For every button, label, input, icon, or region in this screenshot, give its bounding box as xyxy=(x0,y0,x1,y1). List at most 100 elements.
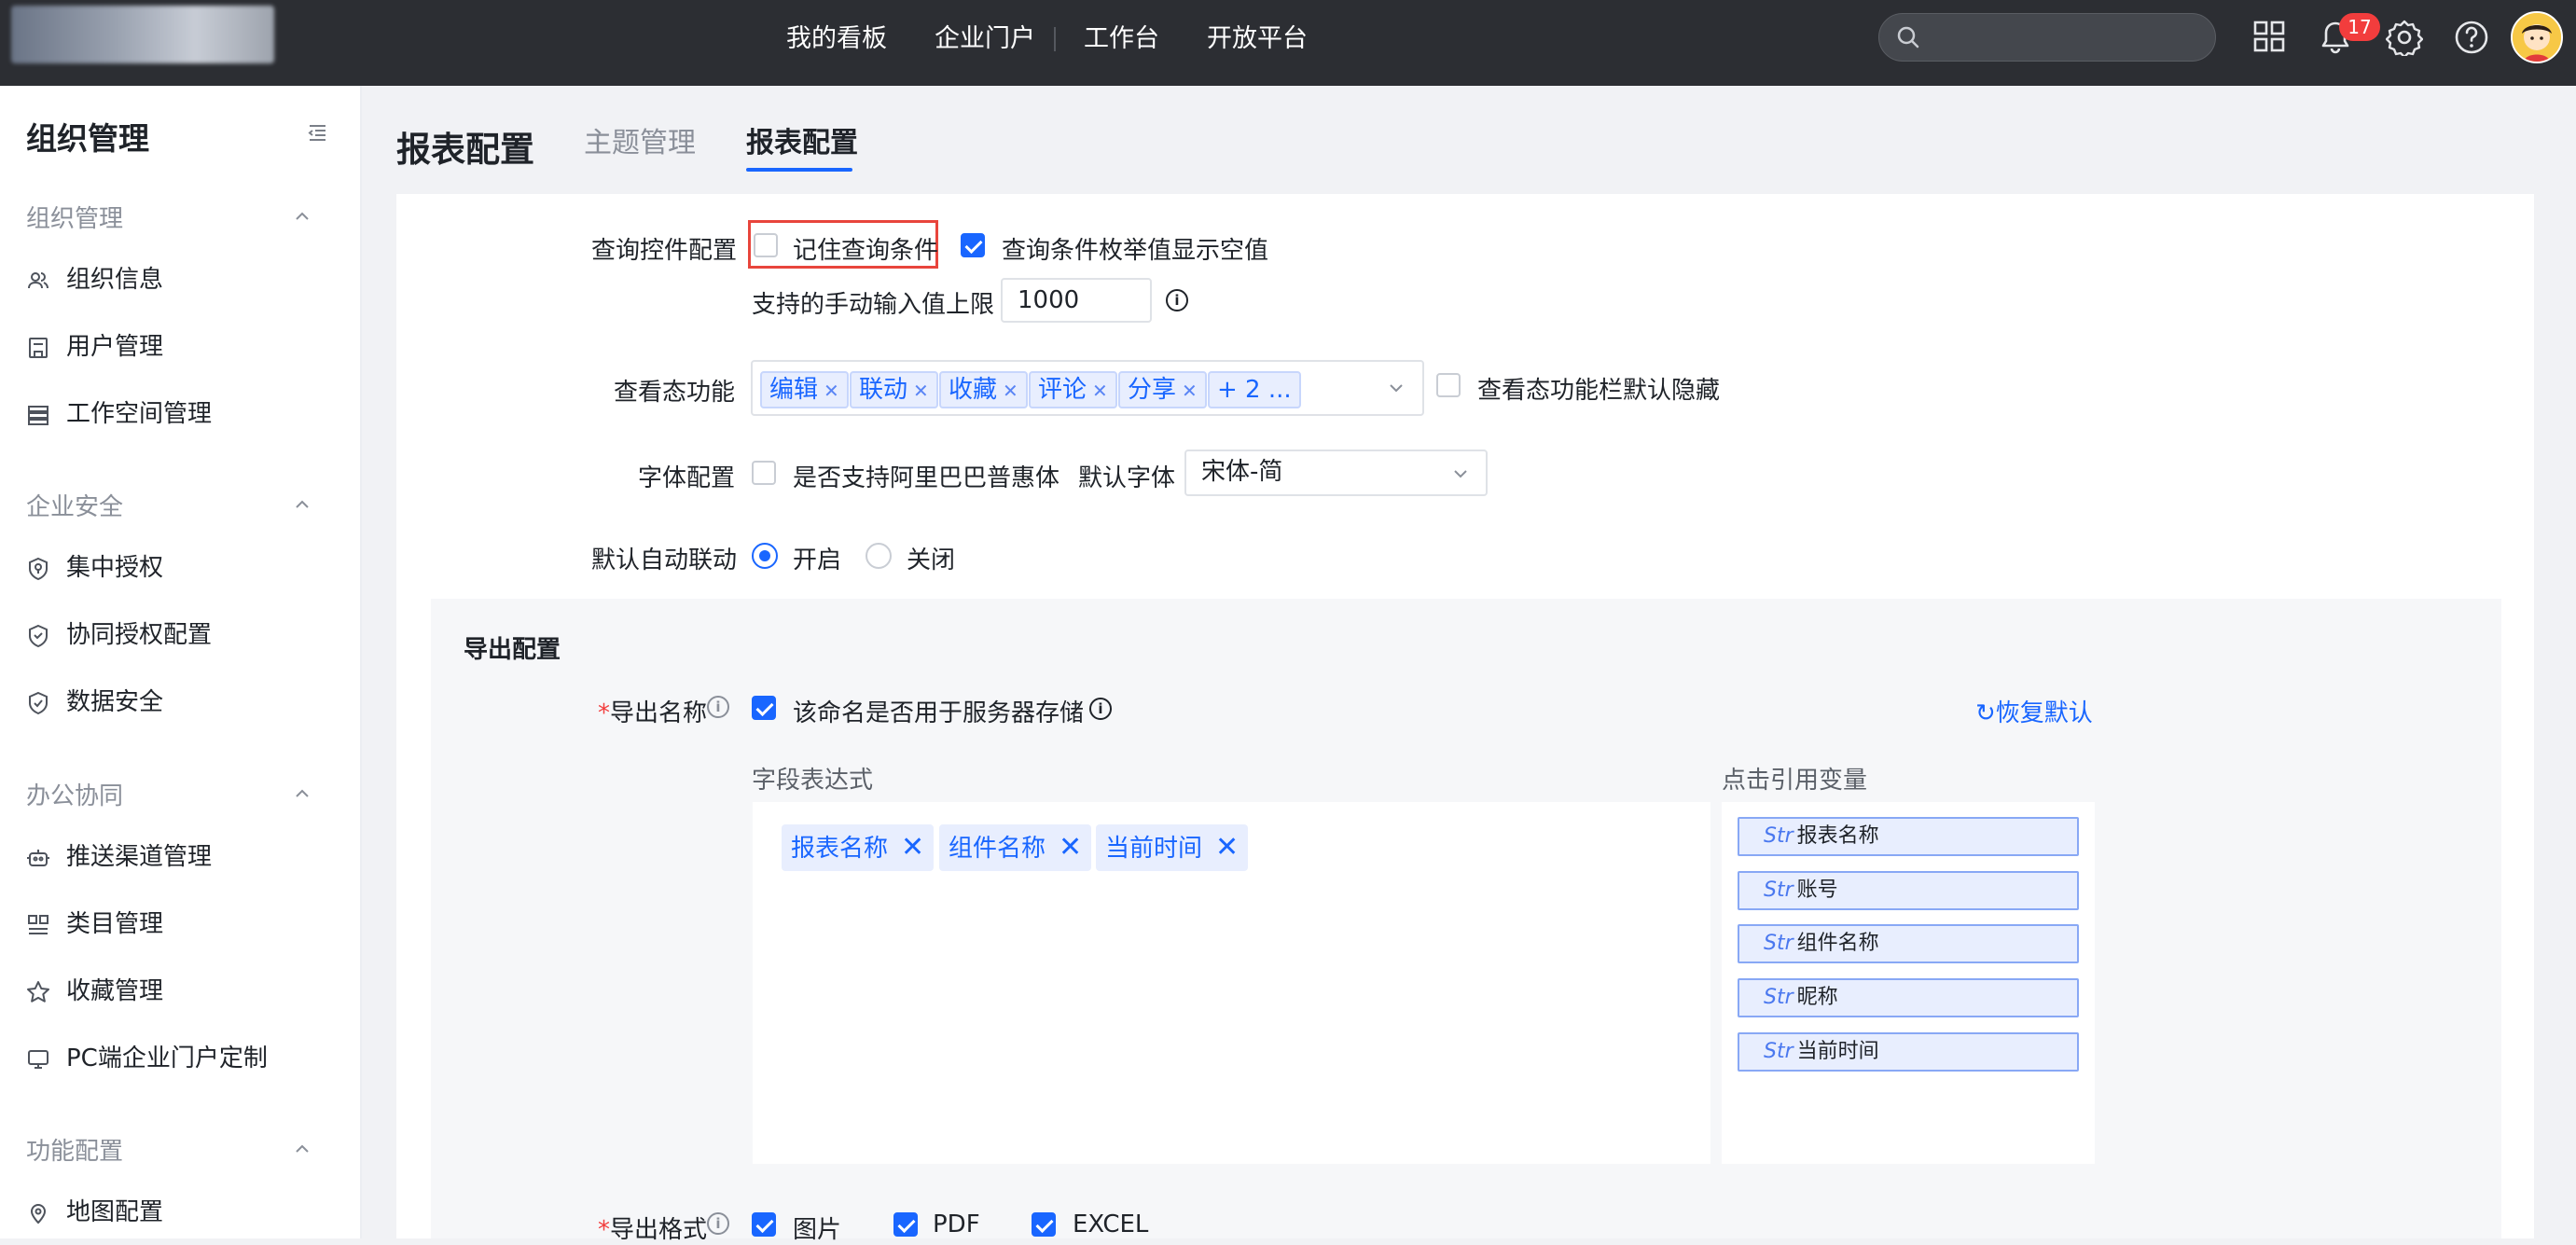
sidebar-group-feature-config[interactable]: 功能配置 xyxy=(26,1132,123,1167)
auto-link-off-radio[interactable] xyxy=(866,543,892,569)
nav-open-platform[interactable]: 开放平台 xyxy=(1207,21,1308,58)
remember-conditions-label: 记住查询条件 xyxy=(793,237,939,265)
variable-item[interactable]: Str 当前时间 xyxy=(1738,1032,2079,1072)
apps-grid-icon[interactable] xyxy=(2251,19,2289,56)
tab-theme-management[interactable]: 主题管理 xyxy=(584,123,696,164)
chevron-up-icon[interactable] xyxy=(291,782,313,805)
nav-my-dashboard[interactable]: 我的看板 xyxy=(786,21,887,58)
server-storage-checkbox[interactable] xyxy=(752,696,776,720)
expr-tag[interactable]: 当前时间 ✕ xyxy=(1096,824,1249,871)
close-icon[interactable]: ✕ xyxy=(1003,380,1018,402)
chevron-up-icon[interactable] xyxy=(291,205,313,228)
variable-item[interactable]: Str 组件名称 xyxy=(1738,924,2079,963)
format-image-checkbox[interactable] xyxy=(752,1212,776,1237)
show-empty-enum-label: 查询条件枚举值显示空值 xyxy=(1002,237,1269,265)
users-icon xyxy=(28,272,48,289)
export-name-label: *导出名称 xyxy=(598,699,708,727)
sidebar-item-label: PC端企业门户定制 xyxy=(66,1044,268,1072)
tag-label: 报表名称 xyxy=(791,835,889,863)
tab-report-config[interactable]: 报表配置 xyxy=(746,123,858,164)
collapse-sidebar-icon[interactable] xyxy=(306,121,328,144)
chevron-down-icon[interactable] xyxy=(1451,464,1470,483)
feature-tag[interactable]: 评论 ✕ xyxy=(1029,371,1117,408)
format-excel-checkbox[interactable] xyxy=(1032,1212,1056,1237)
view-features-label: 查看态功能 xyxy=(614,379,736,407)
close-icon[interactable]: ✕ xyxy=(1092,380,1108,402)
format-pdf-label: PDF xyxy=(933,1210,980,1238)
sidebar: 组织管理 组织管理 组织信息 用户管理 工作空间管理 企业安全 集中授权 协同授… xyxy=(0,86,362,1238)
stack-icon xyxy=(28,406,48,425)
chevron-up-icon[interactable] xyxy=(291,493,313,516)
tag-label: 分享 xyxy=(1128,376,1177,404)
default-font-select[interactable]: 宋体-简 xyxy=(1184,450,1488,496)
alibaba-font-checkbox[interactable] xyxy=(752,461,776,485)
variable-label: 组件名称 xyxy=(1796,932,1879,955)
hide-toolbar-checkbox[interactable] xyxy=(1436,373,1461,397)
avatar[interactable] xyxy=(2511,11,2563,63)
sidebar-group-security[interactable]: 企业安全 xyxy=(26,488,123,522)
feature-tag[interactable]: 联动 ✕ xyxy=(850,371,938,408)
map-pin-icon xyxy=(30,1204,47,1224)
close-icon[interactable]: ✕ xyxy=(901,824,924,871)
alibaba-font-label: 是否支持阿里巴巴普惠体 xyxy=(793,464,1060,492)
variable-label: 当前时间 xyxy=(1796,1040,1879,1063)
sidebar-group-org[interactable]: 组织管理 xyxy=(26,200,123,234)
variable-item[interactable]: Str 昵称 xyxy=(1738,978,2079,1017)
feature-tag[interactable]: 分享 ✕ xyxy=(1118,371,1207,408)
expr-tag[interactable]: 组件名称 ✕ xyxy=(939,824,1092,871)
sidebar-item-label: 数据安全 xyxy=(66,688,164,716)
close-icon[interactable]: ✕ xyxy=(824,380,839,402)
string-type-icon: Str xyxy=(1764,878,1794,902)
variable-item[interactable]: Str 账号 xyxy=(1738,871,2079,910)
format-excel-label: EXCEL xyxy=(1073,1210,1149,1238)
info-icon[interactable]: i xyxy=(707,696,729,718)
tag-label: 收藏 xyxy=(949,376,998,404)
variable-item[interactable]: Str 报表名称 xyxy=(1738,817,2079,856)
tag-label: 组件名称 xyxy=(949,835,1046,863)
info-icon[interactable]: i xyxy=(707,1212,729,1235)
sidebar-item-label: 地图配置 xyxy=(66,1198,164,1226)
export-format-label-text: 导出格式 xyxy=(610,1216,708,1244)
chevron-up-icon[interactable] xyxy=(291,1138,313,1160)
feature-tag[interactable]: 收藏 ✕ xyxy=(939,371,1028,408)
show-empty-enum-checkbox[interactable] xyxy=(961,233,985,257)
shield-link-icon xyxy=(29,624,48,648)
sidebar-group-office-collab[interactable]: 办公协同 xyxy=(26,777,123,811)
chevron-down-icon[interactable] xyxy=(1387,379,1406,397)
auto-link-on-radio[interactable] xyxy=(752,543,778,569)
top-bar: 我的看板 企业门户 工作台 开放平台 17 xyxy=(0,0,2576,86)
sidebar-item-label: 协同授权配置 xyxy=(66,621,213,649)
more-tags-chip[interactable]: + 2 ... xyxy=(1208,371,1301,408)
nav-divider xyxy=(1054,27,1056,51)
auto-link-label: 默认自动联动 xyxy=(591,546,738,574)
sidebar-item-label: 收藏管理 xyxy=(66,977,164,1005)
search-input[interactable] xyxy=(1878,13,2216,62)
gear-icon[interactable] xyxy=(2386,19,2423,56)
page-title: 报表配置 xyxy=(396,130,534,170)
tag-label: 编辑 xyxy=(769,376,819,404)
restore-default-button[interactable]: ↻恢复默认 xyxy=(1975,694,2093,728)
search-icon xyxy=(1897,26,1919,48)
remember-conditions-checkbox[interactable] xyxy=(754,233,778,257)
close-icon[interactable]: ✕ xyxy=(1059,824,1082,871)
info-icon[interactable]: i xyxy=(1166,289,1188,311)
query-control-label: 查询控件配置 xyxy=(591,237,738,265)
format-pdf-checkbox[interactable] xyxy=(893,1212,918,1237)
info-icon[interactable]: i xyxy=(1089,698,1112,720)
default-font-value: 宋体-简 xyxy=(1201,458,1283,486)
nav-workbench[interactable]: 工作台 xyxy=(1084,21,1159,58)
logo[interactable] xyxy=(11,6,274,63)
view-features-select[interactable]: 编辑 ✕ 联动 ✕ 收藏 ✕ 评论 ✕ 分享 ✕ + 2 ... xyxy=(751,360,1424,416)
nav-enterprise-portal[interactable]: 企业门户 xyxy=(935,21,1035,58)
restore-default-label: 恢复默认 xyxy=(1995,699,2093,727)
close-icon[interactable]: ✕ xyxy=(1182,380,1198,402)
string-type-icon: Str xyxy=(1764,986,1794,1009)
manual-limit-input[interactable]: 1000 xyxy=(1001,278,1152,323)
feature-tag[interactable]: 编辑 ✕ xyxy=(760,371,849,408)
expr-tag[interactable]: 报表名称 ✕ xyxy=(782,824,935,871)
close-icon[interactable]: ✕ xyxy=(913,380,929,402)
help-icon[interactable] xyxy=(2453,19,2490,56)
close-icon[interactable]: ✕ xyxy=(1215,824,1239,871)
variable-label: 昵称 xyxy=(1796,986,1838,1009)
shield-key-icon xyxy=(29,557,48,581)
